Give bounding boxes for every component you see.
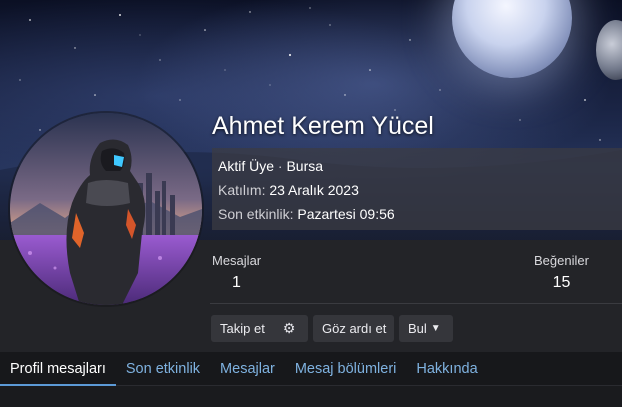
likes-label: Beğeniler <box>534 253 589 268</box>
user-title: Aktif Üye <box>218 158 275 174</box>
user-location[interactable]: Bursa <box>286 158 323 174</box>
last-activity-label: Son etkinlik: <box>218 206 294 222</box>
messages-stat[interactable]: Mesajlar 1 <box>212 253 261 292</box>
joined-line: Katılım: 23 Aralık 2023 <box>218 178 616 202</box>
follow-button[interactable]: Takip et ⚙ <box>211 315 308 342</box>
caret-down-icon: ▼ <box>430 323 441 334</box>
last-activity-time: Pazartesi 09:56 <box>297 206 395 222</box>
tab-about[interactable]: Hakkında <box>406 352 487 386</box>
tab-profile-posts[interactable]: Profil mesajları <box>0 352 116 386</box>
profile-role-line: Aktif Üye · Bursa <box>218 154 616 178</box>
divider <box>210 303 622 304</box>
ignore-label: Göz ardı et <box>322 321 387 336</box>
tab-latest-activity[interactable]: Son etkinlik <box>116 352 210 386</box>
gear-icon[interactable]: ⚙ <box>283 320 296 337</box>
tab-message-sections[interactable]: Mesaj bölümleri <box>285 352 407 386</box>
profile-info-box: Aktif Üye · Bursa Katılım: 23 Aralık 202… <box>212 148 622 230</box>
tab-postings[interactable]: Mesajlar <box>210 352 285 386</box>
avatar-image <box>10 113 202 305</box>
last-activity-line: Son etkinlik: Pazartesi 09:56 <box>218 202 616 226</box>
separator: · <box>277 158 283 174</box>
find-label: Bul <box>408 321 427 336</box>
messages-label: Mesajlar <box>212 253 262 268</box>
follow-label: Takip et <box>220 321 265 336</box>
joined-date: 23 Aralık 2023 <box>269 182 359 198</box>
avatar[interactable] <box>10 113 202 305</box>
profile-tabs: Profil mesajları Son etkinlik Mesajlar M… <box>0 352 622 386</box>
find-dropdown-button[interactable]: Bul ▼ <box>399 315 453 342</box>
messages-count[interactable]: 1 <box>232 274 261 292</box>
tab-content-area <box>0 386 622 407</box>
joined-label: Katılım: <box>218 182 266 198</box>
likes-stat: Beğeniler 15 <box>534 253 589 292</box>
likes-count: 15 <box>552 274 571 291</box>
ignore-button[interactable]: Göz ardı et <box>313 315 394 342</box>
profile-name: Ahmet Kerem Yücel <box>212 112 434 140</box>
